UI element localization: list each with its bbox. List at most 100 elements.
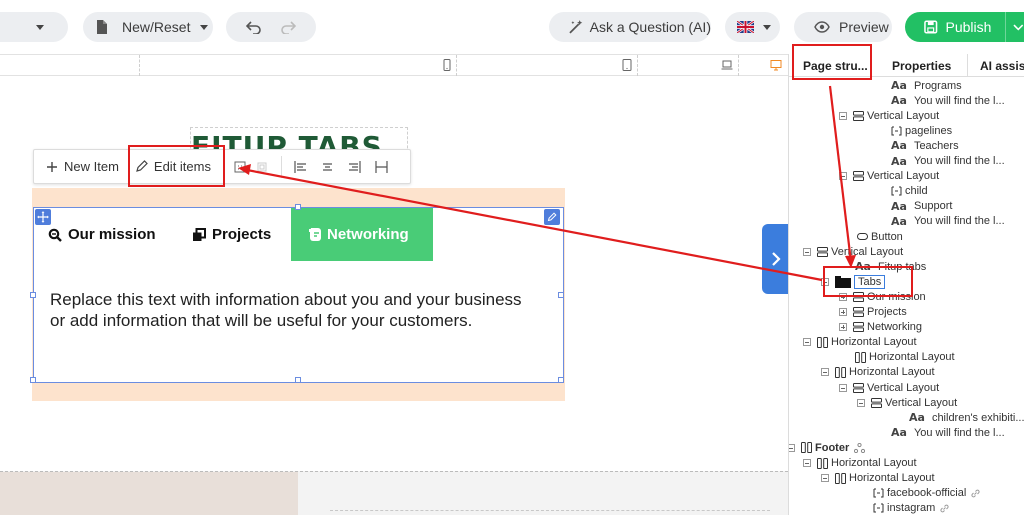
collapse-icon[interactable] [839, 111, 847, 120]
vertical-layout-icon [853, 307, 864, 317]
tree-node[interactable]: Aa You will find the l... [891, 154, 1005, 169]
copy-icon [257, 162, 267, 171]
tree-node[interactable]: Footer [789, 440, 866, 455]
tree-node[interactable]: Aa You will find the l... [891, 425, 1005, 440]
vertical-layout-icon [853, 110, 864, 121]
align-justify-button[interactable] [371, 156, 393, 178]
tree-node[interactable]: Vertical Layout [839, 169, 939, 184]
tree-node[interactable]: instagram [873, 501, 949, 515]
resize-handle[interactable] [558, 292, 564, 298]
resize-handle[interactable] [558, 377, 564, 383]
collapse-icon[interactable] [821, 474, 829, 483]
tab-properties[interactable]: Properties [892, 54, 951, 77]
tablet-icon[interactable] [621, 59, 633, 71]
chevron-right-icon [772, 252, 781, 266]
collapse-icon[interactable] [789, 443, 795, 452]
undo-icon[interactable] [246, 20, 262, 34]
annotation-box-edit-items [128, 145, 225, 187]
tree-node[interactable]: Projects [839, 305, 907, 320]
language-select[interactable] [725, 12, 780, 42]
horizontal-layout-icon [801, 442, 812, 454]
collapse-icon[interactable] [839, 383, 847, 392]
copy-button[interactable] [251, 156, 273, 178]
move-handle[interactable] [35, 209, 51, 225]
tree-node-label: Footer [815, 441, 850, 454]
annotation-box-page-structure [792, 44, 872, 80]
tree-node[interactable]: child [891, 184, 928, 199]
preview-label: Preview [839, 19, 889, 35]
annotation-box-tabs-node [823, 266, 913, 297]
tab-ai-assist[interactable]: AI assist [980, 54, 1024, 77]
toggle-panel-button[interactable] [762, 224, 790, 294]
tree-node-label: Networking [867, 321, 923, 334]
horizontal-layout-icon [855, 351, 866, 363]
tab-label: Our mission [68, 226, 156, 243]
tab-networking[interactable]: Networking [291, 208, 433, 261]
tree-node[interactable]: Aa Programs [891, 78, 962, 93]
text-icon: Aa [891, 79, 907, 92]
tree-node[interactable]: Horizontal Layout [803, 335, 917, 350]
embed-icon [891, 126, 902, 136]
tree-node[interactable]: Aa children's exhibiti... [909, 410, 1024, 425]
save-icon [924, 20, 938, 34]
vertical-layout-icon [817, 246, 828, 257]
resize-handle[interactable] [295, 377, 301, 383]
preview-button[interactable]: Preview [794, 12, 892, 42]
tab-content-text[interactable]: Replace this text with information about… [50, 289, 530, 331]
chevron-down-icon[interactable] [1013, 24, 1024, 31]
collapse-icon[interactable] [803, 338, 811, 347]
tree-node[interactable]: Networking [839, 320, 922, 335]
ask-ai-button[interactable]: Ask a Question (AI) [549, 12, 711, 42]
text-icon: Aa [891, 139, 907, 153]
tree-node[interactable]: Button [857, 229, 903, 244]
grid-button[interactable] [229, 156, 251, 178]
new-reset-button[interactable]: New/Reset [83, 12, 213, 42]
tree-node[interactable]: Horizontal Layout [821, 471, 935, 486]
collapse-icon[interactable] [821, 368, 829, 377]
desktop-icon[interactable] [770, 59, 782, 71]
tree-node[interactable]: Aa Teachers [891, 138, 959, 153]
vertical-layout-icon [853, 171, 864, 182]
page-select[interactable] [0, 12, 68, 42]
tabs-widget[interactable]: Our mission Projects Networking Replace … [30, 204, 564, 383]
collapse-icon[interactable] [839, 172, 847, 181]
align-center-button[interactable] [317, 156, 339, 178]
mobile-icon[interactable] [441, 59, 453, 71]
text-icon: Aa [909, 411, 925, 425]
tab-our-mission[interactable]: Our mission [48, 208, 198, 261]
tree-node[interactable]: Aa Support [891, 199, 952, 214]
tree-node[interactable]: Horizontal Layout [855, 350, 955, 365]
tree-node-label: You will find the l... [913, 155, 1005, 167]
tab-projects[interactable]: Projects [192, 208, 302, 261]
expand-icon[interactable] [839, 323, 847, 332]
align-right-button[interactable] [344, 156, 366, 178]
resize-handle[interactable] [295, 204, 301, 210]
tree-node[interactable]: Aa You will find the l... [891, 214, 1005, 229]
resize-handle[interactable] [30, 292, 36, 298]
collapse-icon[interactable] [803, 459, 811, 467]
search-icon [48, 228, 62, 242]
tree-node[interactable]: Vertical Layout [857, 395, 957, 410]
tree-node[interactable]: Horizontal Layout [821, 365, 935, 380]
align-left-button[interactable] [290, 156, 312, 178]
tree-node[interactable]: Vertical Layout [839, 380, 939, 395]
tree-node-label: pagelines [905, 124, 953, 137]
tree-node[interactable]: Vertical Layout [803, 244, 903, 259]
link-icon [971, 489, 980, 498]
tree-node-label: You will find the l... [913, 94, 1005, 107]
tree-node[interactable]: pagelines [891, 123, 952, 138]
edit-badge[interactable] [544, 209, 560, 225]
redo-icon[interactable] [280, 20, 296, 34]
new-item-button[interactable]: New Item [46, 154, 119, 179]
tree-node[interactable]: Vertical Layout [839, 108, 939, 123]
tree-node[interactable]: Aa You will find the l... [891, 93, 1005, 108]
tree-node[interactable]: Horizontal Layout [803, 456, 917, 471]
global-section-icon [854, 442, 866, 453]
publish-button[interactable]: Publish [905, 12, 1024, 42]
laptop-icon[interactable] [721, 59, 733, 71]
collapse-icon[interactable] [857, 398, 865, 407]
collapse-icon[interactable] [803, 247, 811, 256]
resize-handle[interactable] [30, 377, 36, 383]
expand-icon[interactable] [839, 308, 847, 316]
tree-node[interactable]: facebook-official [873, 486, 980, 501]
